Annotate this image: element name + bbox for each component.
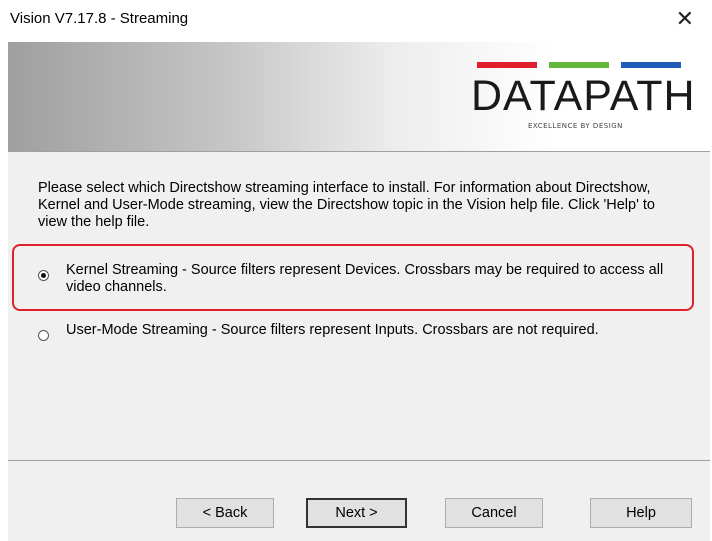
logo-stripe-red — [477, 62, 537, 68]
close-icon[interactable]: ✕ — [676, 6, 694, 32]
button-bar: < Back Next > Cancel Help — [8, 461, 710, 541]
logo-stripe-blue — [621, 62, 681, 68]
logo-stripe-green — [549, 62, 609, 68]
option-user-mode-streaming[interactable]: User-Mode Streaming - Source filters rep… — [38, 322, 688, 362]
cancel-button[interactable]: Cancel — [445, 498, 543, 528]
title-bar: Vision V7.17.8 - Streaming ✕ — [0, 0, 712, 40]
user-mode-streaming-label[interactable]: User-Mode Streaming - Source filters rep… — [66, 322, 688, 339]
header-banner: DATAPATH EXCELLENCE BY DESIGN — [8, 42, 710, 151]
logo-tagline: EXCELLENCE BY DESIGN — [528, 122, 623, 130]
highlight-annotation — [12, 244, 694, 311]
intro-text: Please select which Directshow streaming… — [38, 180, 655, 230]
window-title: Vision V7.17.8 - Streaming — [10, 10, 189, 27]
next-button[interactable]: Next > — [306, 498, 407, 528]
back-button[interactable]: < Back — [176, 498, 274, 528]
user-mode-streaming-radio[interactable] — [38, 330, 49, 341]
help-button[interactable]: Help — [590, 498, 692, 528]
datapath-logo: DATAPATH — [471, 72, 696, 120]
